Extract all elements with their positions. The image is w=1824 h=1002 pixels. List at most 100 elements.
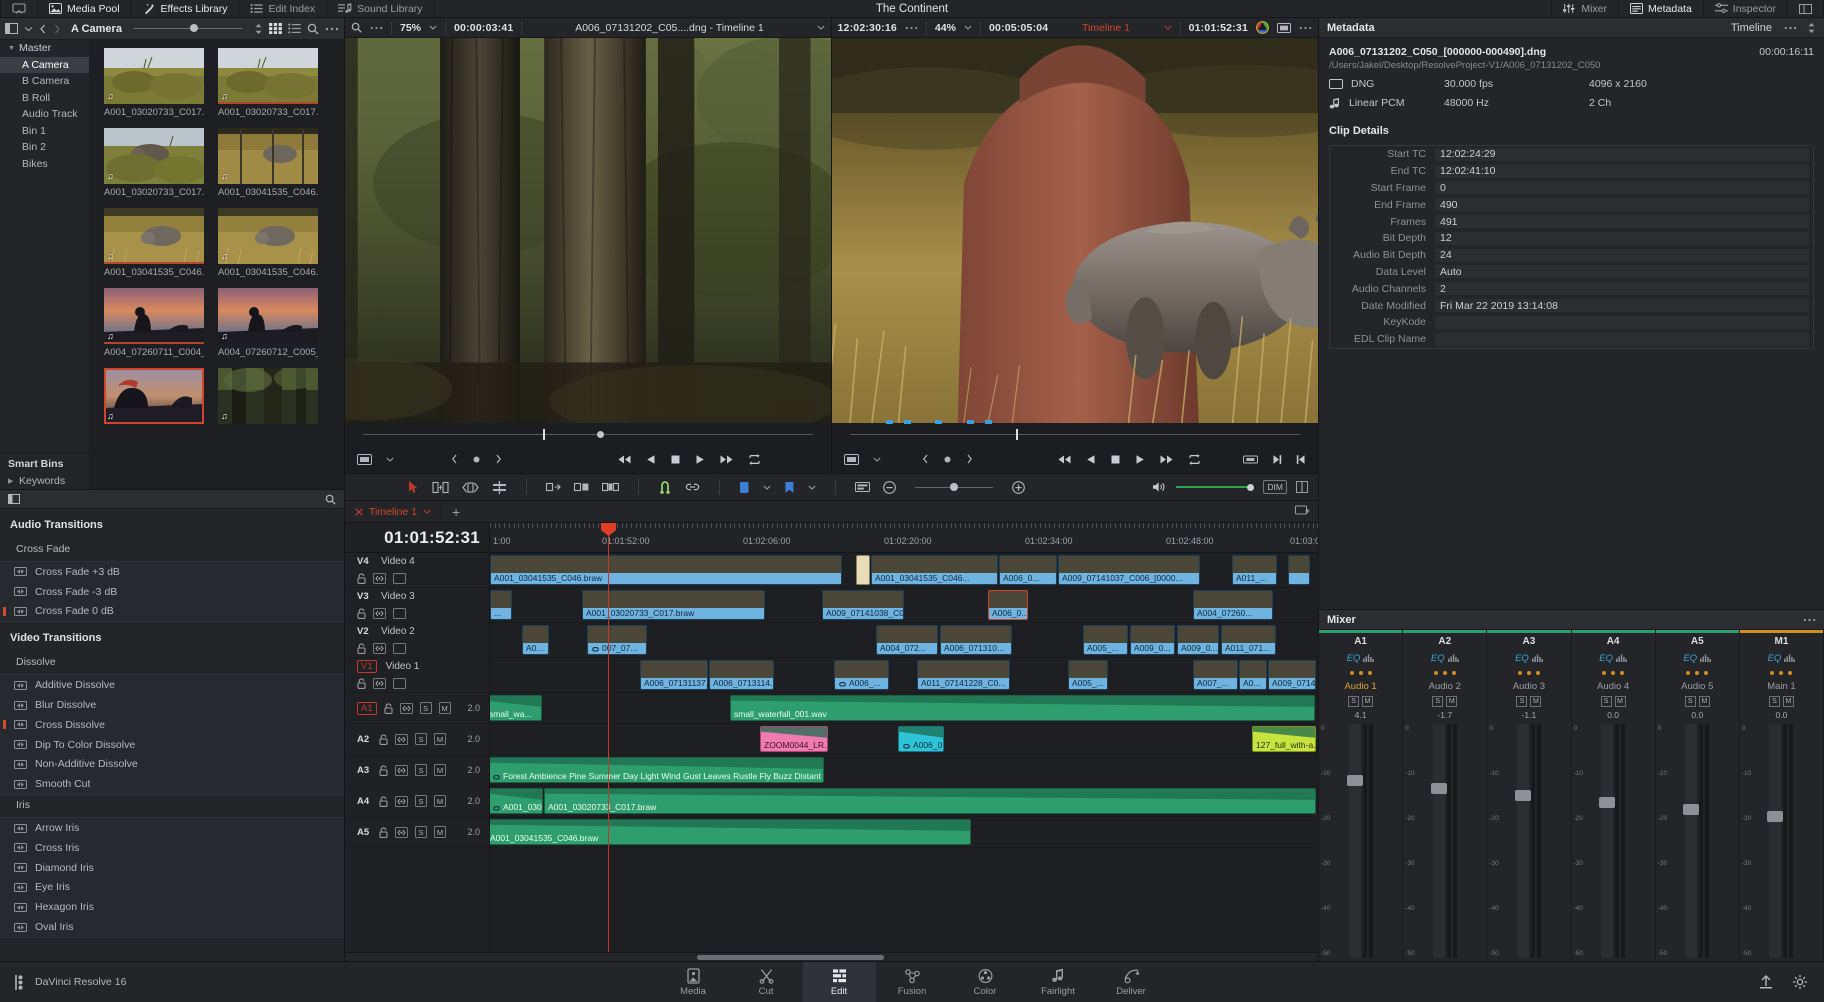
fader-cap[interactable]: [1767, 810, 1784, 822]
scrollbar-thumb[interactable]: [697, 955, 884, 960]
clip-thumbnail-image[interactable]: ♫: [104, 208, 204, 264]
media-pool-button[interactable]: Media Pool: [38, 0, 132, 17]
chevron-down-icon[interactable]: [808, 485, 817, 490]
clip-detail-value[interactable]: 0: [1435, 181, 1809, 195]
timeline-clip[interactable]: 007_07...: [587, 625, 647, 655]
track-number-badge[interactable]: V1: [357, 660, 377, 673]
volume-slider[interactable]: [1176, 482, 1255, 492]
timeline-tracks[interactable]: A001_03041535_C046.braw A001_03041535_C04…: [490, 553, 1318, 952]
viewer-mode-icon[interactable]: [357, 453, 372, 465]
lock-icon[interactable]: [357, 573, 366, 584]
audio-track-row[interactable]: ZOOM0044_LR... A006_0... 127_full_with-a..…: [490, 724, 1318, 755]
send-dot[interactable]: [1770, 671, 1775, 675]
channel-fader[interactable]: [1767, 724, 1784, 958]
loop-icon[interactable]: [748, 453, 761, 465]
solo-button[interactable]: S: [415, 826, 427, 838]
send-dot[interactable]: [1451, 671, 1456, 675]
replace-clip-icon[interactable]: [602, 481, 620, 493]
edit-index-button[interactable]: Edit Index: [239, 0, 328, 17]
timeline-clip[interactable]: A006_071310...: [940, 625, 1012, 655]
audio-track-row[interactable]: Forest Ambience Pine Summer Day Light Wi…: [490, 755, 1318, 786]
channel-eq-control[interactable]: EQ: [1403, 649, 1486, 667]
zoom-out-icon[interactable]: [883, 480, 897, 494]
play-icon[interactable]: [695, 454, 705, 465]
play-reverse-icon[interactable]: [646, 454, 656, 465]
channel-meter[interactable]: 0 -10 -20 -30 -40 -50: [1740, 721, 1823, 961]
solo-button[interactable]: S: [415, 795, 427, 807]
auto-select-icon[interactable]: [395, 826, 408, 838]
effect-list-item[interactable]: Cross Dissolve: [0, 715, 344, 735]
channel-send-dots[interactable]: [1487, 667, 1570, 679]
more-options-icon[interactable]: [325, 27, 339, 31]
mute-button[interactable]: M: [434, 826, 446, 838]
effects-subsection-title[interactable]: Cross Fade: [0, 539, 344, 561]
speaker-icon[interactable]: [1152, 481, 1167, 493]
effects-list[interactable]: Audio Transitions Cross Fade Cross Fade +3…: [0, 509, 344, 938]
channel-fader[interactable]: [1430, 724, 1447, 958]
auto-select-icon[interactable]: [395, 795, 408, 807]
bin-item-master[interactable]: ▼ Master: [0, 40, 89, 57]
back-nav-icon[interactable]: [39, 24, 47, 34]
bin-item-keywords[interactable]: ▶ Keywords: [0, 473, 89, 490]
next-marker-icon[interactable]: [966, 454, 973, 464]
media-clip-thumbnail[interactable]: ♫ A001_03020733_C017.br...: [218, 48, 318, 118]
auto-select-icon[interactable]: [373, 573, 386, 584]
timeline-clip[interactable]: A009_07141037_C006_[0000...: [1058, 555, 1200, 585]
media-clip-thumbnail[interactable]: ♫ A004_07260712_C005_[...: [218, 288, 318, 358]
send-dot[interactable]: [1695, 671, 1700, 675]
channel-bus-label[interactable]: Audio 1: [1319, 679, 1402, 694]
scrubber-playhead[interactable]: [1016, 428, 1019, 440]
track-number-badge[interactable]: A2: [357, 734, 372, 745]
solo-button[interactable]: S: [1432, 695, 1444, 707]
slider-knob[interactable]: [190, 24, 199, 32]
track-number-badge[interactable]: V2: [357, 626, 372, 637]
loop-icon[interactable]: [1188, 453, 1201, 465]
timeline-clip[interactable]: A009_07141038_C0...: [822, 590, 904, 620]
dynamic-trim-tool-icon[interactable]: [462, 481, 480, 494]
timeline-clip[interactable]: A001_03041535_C046...: [871, 555, 998, 585]
video-track-row[interactable]: ... A001_03020733_C017.braw A009_07141038_…: [490, 588, 1318, 623]
channel-bus-label[interactable]: Audio 5: [1656, 679, 1739, 694]
layout-preset-button[interactable]: [1788, 0, 1824, 17]
clip-thumbnail-image[interactable]: ♫: [104, 288, 204, 344]
scrubber-track[interactable]: [363, 428, 813, 440]
channel-send-dots[interactable]: [1572, 667, 1655, 679]
bin-item-a-camera[interactable]: A Camera: [0, 56, 89, 73]
eye-icon[interactable]: [393, 643, 406, 654]
audio-panel-toggle-icon[interactable]: [1296, 481, 1308, 493]
timeline-clip[interactable]: A006_0...: [999, 555, 1057, 585]
audio-track-header[interactable]: A5 S M 2.0: [345, 817, 489, 848]
channel-send-dots[interactable]: [1740, 667, 1823, 679]
effect-list-item[interactable]: Arrow Iris: [0, 818, 344, 838]
media-clip-thumbnail[interactable]: ♫ A001_03041535_C046.br...: [218, 208, 318, 278]
channel-bus-label[interactable]: Main 1: [1740, 679, 1823, 694]
channel-meter[interactable]: 0 -10 -20 -30 -40 -50: [1572, 721, 1655, 961]
clip-detail-value[interactable]: Fri Mar 22 2019 13:14:08: [1435, 299, 1809, 313]
mute-button[interactable]: M: [434, 795, 446, 807]
audio-track-header[interactable]: A1 S M 2.0: [345, 693, 489, 724]
razor-tool-icon[interactable]: [492, 480, 507, 494]
mute-button[interactable]: M: [434, 733, 446, 745]
sort-icon[interactable]: [1807, 22, 1816, 34]
page-nav-deliver[interactable]: Deliver: [1095, 962, 1168, 1002]
eye-icon[interactable]: [393, 573, 406, 584]
video-track-header[interactable]: V2 Video 2: [345, 623, 489, 658]
clip-thumbnail-image[interactable]: ♫: [218, 288, 318, 344]
fader-cap[interactable]: [1599, 796, 1616, 808]
mute-button[interactable]: M: [1362, 695, 1374, 707]
timeline-clip[interactable]: A009_0...: [1130, 625, 1175, 655]
page-nav-color[interactable]: Color: [949, 962, 1022, 1002]
mixer-channel-strip[interactable]: M1 EQ Main 1 S M 0.0 0 -10 -20 -30 -40 -50: [1739, 630, 1824, 961]
media-clip-thumbnail[interactable]: ♫ A001_03041535_C046.br...: [104, 208, 204, 278]
eye-icon[interactable]: [393, 608, 406, 619]
timeline-clip[interactable]: A0...: [522, 625, 549, 655]
marker-icon[interactable]: [472, 455, 481, 464]
solo-button[interactable]: S: [415, 764, 427, 776]
mute-button[interactable]: M: [1782, 695, 1794, 707]
chevron-down-icon[interactable]: [872, 457, 881, 462]
solo-button[interactable]: S: [1684, 695, 1696, 707]
send-dot[interactable]: [1358, 671, 1363, 675]
insert-clip-icon[interactable]: [546, 481, 562, 493]
clip-thumbnail-image[interactable]: ♫: [104, 48, 204, 104]
panel-toggle-icon[interactable]: [8, 494, 20, 504]
